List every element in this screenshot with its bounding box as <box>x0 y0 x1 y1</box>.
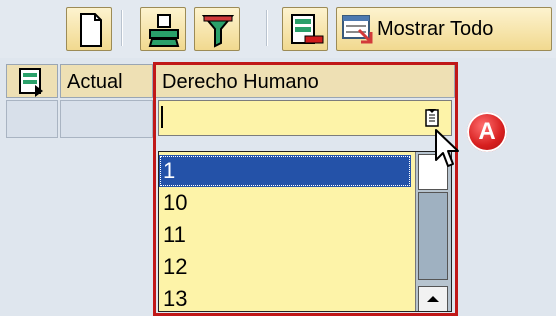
filter-button[interactable] <box>194 7 240 51</box>
table-cell-actual[interactable] <box>60 100 153 138</box>
mouse-pointer-icon <box>435 129 459 167</box>
column-header-label: Actual <box>67 71 123 93</box>
highlight-frame <box>153 62 458 316</box>
show-all-label: Mostrar Todo <box>377 18 494 40</box>
print-button[interactable] <box>140 7 186 51</box>
printer-icon <box>148 14 180 47</box>
show-all-icon <box>342 15 373 44</box>
new-document-button[interactable] <box>66 7 112 51</box>
toolbar-separator <box>266 10 268 46</box>
document-icon <box>80 13 102 47</box>
column-header-actual[interactable]: Actual <box>60 64 153 98</box>
toolbar-separator <box>121 10 123 46</box>
filter-icon <box>201 15 235 48</box>
show-all-button[interactable]: Mostrar Todo <box>336 7 552 51</box>
annotation-badge: A <box>467 112 507 152</box>
layout-icon <box>291 14 324 44</box>
row-selector-header[interactable] <box>6 64 58 98</box>
layout-button[interactable] <box>282 7 328 51</box>
table-grid: Actual Derecho Humano 1 10 11 12 13 <box>0 58 556 316</box>
row-selector-cell[interactable] <box>6 100 58 138</box>
toolbar: Mostrar Todo <box>0 0 556 58</box>
row-select-icon <box>19 68 43 97</box>
